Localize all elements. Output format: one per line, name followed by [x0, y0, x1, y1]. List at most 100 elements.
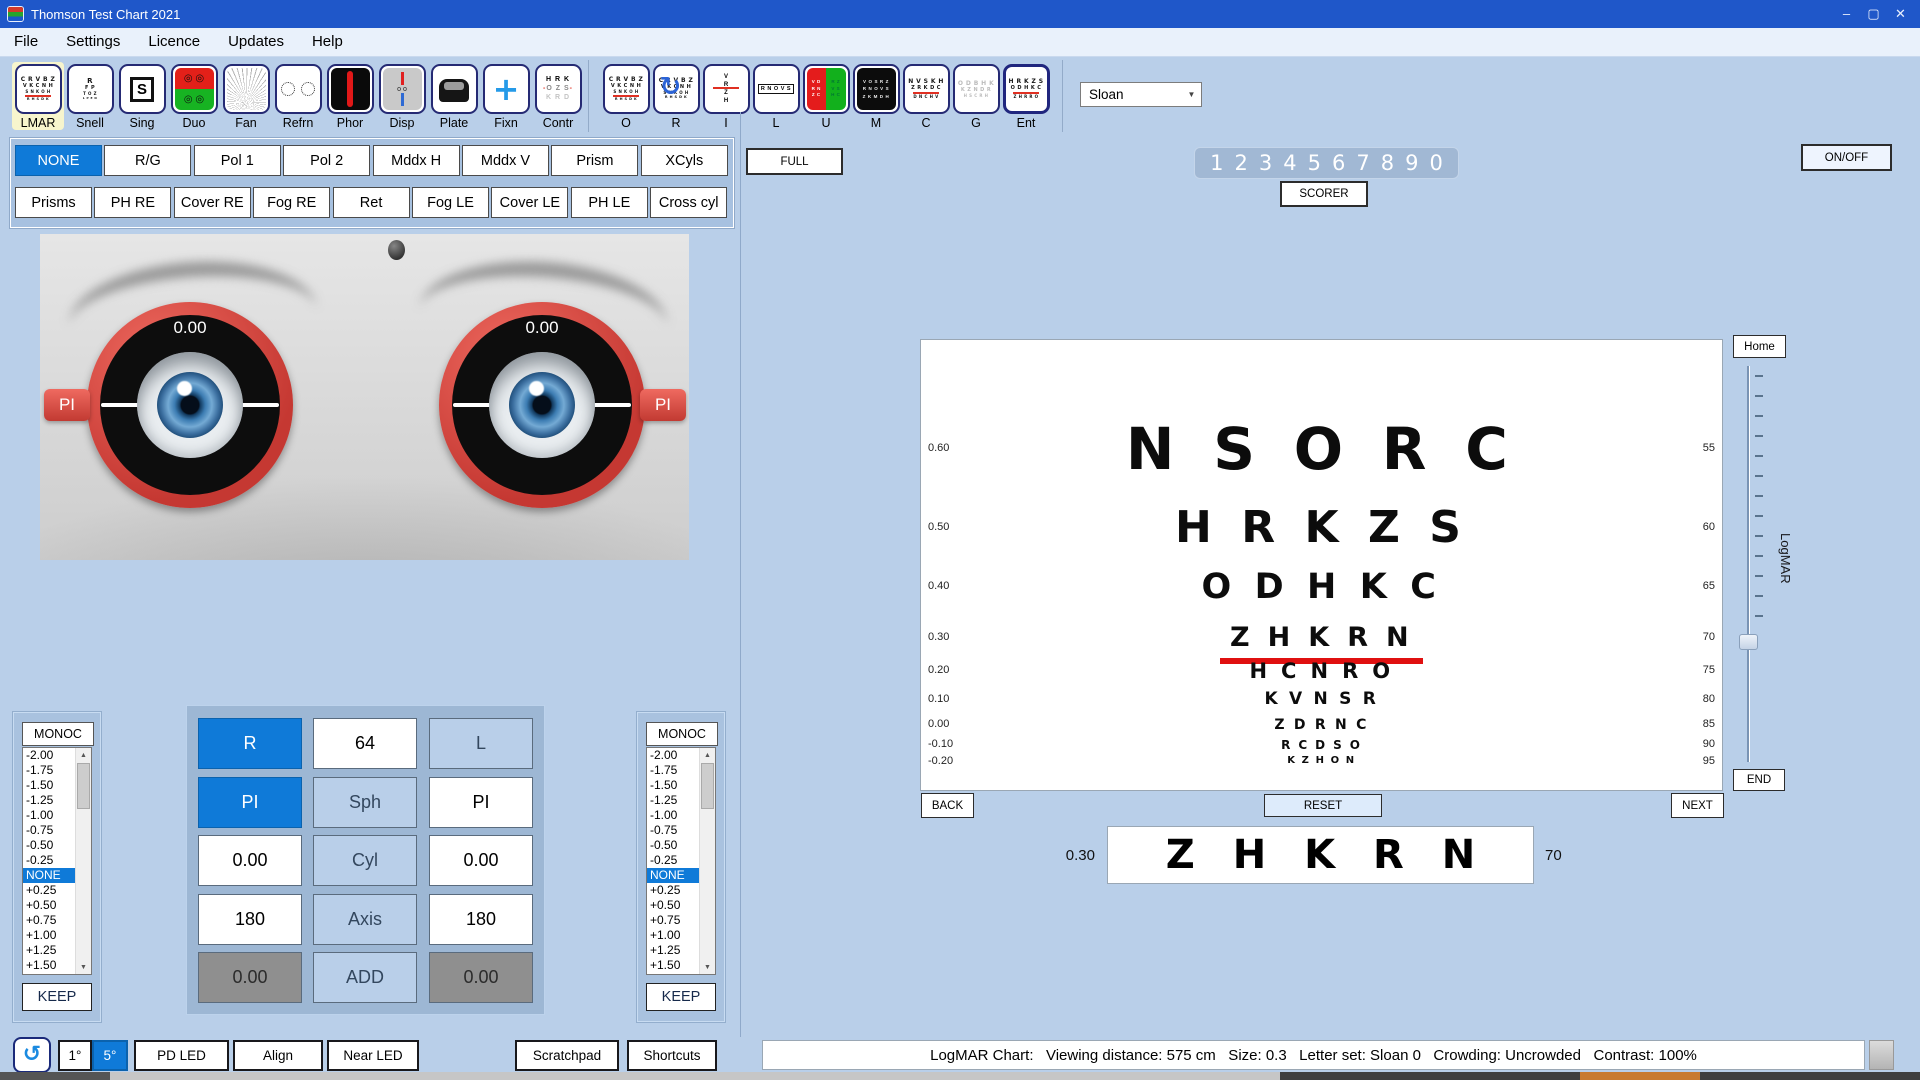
right-lens-dial[interactable]: 0.00	[87, 302, 293, 508]
step-5-degree-button[interactable]: 5°	[92, 1040, 128, 1071]
right-lens-pi-tab[interactable]: PI	[44, 389, 90, 421]
scrollbar[interactable]: ▲▼	[75, 748, 91, 974]
tab-fog-le[interactable]: Fog LE	[412, 187, 489, 218]
score-digit-5[interactable]: 5	[1308, 151, 1321, 175]
score-digit-7[interactable]: 7	[1356, 151, 1369, 175]
cell-eye-label[interactable]: 64	[313, 718, 417, 769]
cell-cyl-left-eye[interactable]: 0.00	[429, 835, 533, 886]
cell-cyl-label[interactable]: Cyl	[313, 835, 417, 886]
pd-led-button[interactable]: PD LED	[134, 1040, 229, 1071]
tool-refraction-dots[interactable]: Refrn	[272, 62, 324, 130]
tool-snellen-chart[interactable]: RF PT O ZL P E DSnell	[64, 62, 116, 130]
tab-prisms[interactable]: Prisms	[15, 187, 92, 218]
power-listbox-left-eye[interactable]: -2.00-1.75-1.50-1.25-1.00-0.75-0.50-0.25…	[646, 747, 716, 975]
scratchpad-button[interactable]: Scratchpad	[515, 1040, 619, 1071]
keep-button-left-eye[interactable]: KEEP	[646, 983, 716, 1011]
score-digit-9[interactable]: 9	[1405, 151, 1418, 175]
onoff-button[interactable]: ON/OFF	[1801, 144, 1892, 171]
tool-chart-c[interactable]: N V S K HZ R K D CD N C H VC	[900, 62, 952, 130]
tab-ph-re[interactable]: PH RE	[94, 187, 171, 218]
tool-number-plate-test[interactable]: Plate	[428, 62, 480, 130]
tab-prism[interactable]: Prism	[551, 145, 638, 176]
tool-chart-m[interactable]: V O S R ZR N O V SZ K M D HM	[850, 62, 902, 130]
tab-pol-2[interactable]: Pol 2	[283, 145, 370, 176]
tool-fixation-target[interactable]: +Fixn	[480, 62, 532, 130]
shortcuts-button[interactable]: Shortcuts	[627, 1040, 717, 1071]
score-digit-6[interactable]: 6	[1332, 151, 1345, 175]
cell-sph-right-eye[interactable]: PI	[198, 777, 302, 828]
cell-cyl-right-eye[interactable]: 0.00	[198, 835, 302, 886]
tab-ph-le[interactable]: PH LE	[571, 187, 648, 218]
tool-duochrome-test[interactable]: ◎ ◎◎ ◎Duo	[168, 62, 220, 130]
scroll-up-icon[interactable]: ▲	[700, 748, 715, 762]
tab-mddx-v[interactable]: Mddx V	[462, 145, 549, 176]
tool-chart-l[interactable]: R N O V SL	[750, 62, 802, 130]
tool-chart-r[interactable]: C R V B ZV K C N HS N K O HR H S D K↻R	[650, 62, 702, 130]
tab-ret[interactable]: Ret	[333, 187, 410, 218]
cell-eye-right-eye[interactable]: R	[198, 718, 302, 769]
close-button[interactable]: ✕	[1887, 6, 1914, 22]
letterset-dropdown[interactable]: Sloan ▼	[1080, 82, 1202, 107]
menu-item-updates[interactable]: Updates	[214, 28, 298, 56]
tab-pol-1[interactable]: Pol 1	[194, 145, 281, 176]
tool-chart-o[interactable]: C R V B ZV K C N HS N K O HR H S D KO	[600, 62, 652, 130]
cell-eye-left-eye[interactable]: L	[429, 718, 533, 769]
rotate-axis-button[interactable]: ↺	[13, 1037, 51, 1073]
scroll-up-icon[interactable]: ▲	[76, 748, 91, 762]
menu-item-help[interactable]: Help	[298, 28, 357, 56]
cell-axis-left-eye[interactable]: 180	[429, 894, 533, 945]
cell-add-left-eye[interactable]: 0.00	[429, 952, 533, 1003]
tab-xcyls[interactable]: XCyls	[641, 145, 728, 176]
tool-phoria-test[interactable]: Phor	[324, 62, 376, 130]
cell-sph-label[interactable]: Sph	[313, 777, 417, 828]
cell-sph-left-eye[interactable]: PI	[429, 777, 533, 828]
reset-button[interactable]: RESET	[1264, 794, 1382, 817]
near-led-button[interactable]: Near LED	[327, 1040, 419, 1071]
menu-item-licence[interactable]: Licence	[134, 28, 214, 56]
scrollbar[interactable]: ▲▼	[699, 748, 715, 974]
minimize-button[interactable]: –	[1833, 6, 1860, 22]
cell-axis-right-eye[interactable]: 180	[198, 894, 302, 945]
score-digit-4[interactable]: 4	[1283, 151, 1296, 175]
left-lens-dial[interactable]: 0.00	[439, 302, 645, 508]
cell-add-right-eye[interactable]: 0.00	[198, 952, 302, 1003]
end-button[interactable]: END	[1733, 769, 1785, 791]
tool-single-letter-chart[interactable]: SSing	[116, 62, 168, 130]
tab-fog-re[interactable]: Fog RE	[253, 187, 330, 218]
tab-cover-le[interactable]: Cover LE	[491, 187, 568, 218]
cell-add-label[interactable]: ADD	[313, 952, 417, 1003]
tool-chart-ent[interactable]: H R K Z SO D H K CZ H R R OEnt	[1000, 62, 1052, 130]
tool-chart-u[interactable]: V DR NZ CR ZV SH CU	[800, 62, 852, 130]
home-button[interactable]: Home	[1733, 335, 1786, 358]
tab-cover-re[interactable]: Cover RE	[174, 187, 251, 218]
scroll-down-icon[interactable]: ▼	[76, 960, 91, 974]
step-1-degree-button[interactable]: 1°	[58, 1040, 92, 1071]
tool-disparity-test[interactable]: o oDisp	[376, 62, 428, 130]
align-button[interactable]: Align	[233, 1040, 323, 1071]
keep-button-right-eye[interactable]: KEEP	[22, 983, 92, 1011]
score-digit-1[interactable]: 1	[1210, 151, 1223, 175]
tab-r-g[interactable]: R/G	[104, 145, 191, 176]
menu-item-file[interactable]: File	[0, 28, 52, 56]
tab-cross-cyl[interactable]: Cross cyl	[650, 187, 727, 218]
power-listbox-right-eye[interactable]: -2.00-1.75-1.50-1.25-1.00-0.75-0.50-0.25…	[22, 747, 92, 975]
left-lens-pi-tab[interactable]: PI	[640, 389, 686, 421]
menu-item-settings[interactable]: Settings	[52, 28, 134, 56]
scroll-down-icon[interactable]: ▼	[700, 960, 715, 974]
tool-chart-i[interactable]: VRZHI	[700, 62, 752, 130]
next-button[interactable]: NEXT	[1671, 793, 1724, 818]
score-digit-2[interactable]: 2	[1235, 151, 1248, 175]
tool-contrast-chart[interactable]: H R K-O Z S-K R DContr	[532, 62, 584, 130]
scroll-thumb[interactable]	[701, 763, 714, 809]
cell-axis-label[interactable]: Axis	[313, 894, 417, 945]
resize-grip[interactable]	[1869, 1040, 1894, 1070]
scroll-thumb[interactable]	[77, 763, 90, 809]
back-button[interactable]: BACK	[921, 793, 974, 818]
logmar-slider-track[interactable]	[1747, 366, 1750, 762]
tab-mddx-h[interactable]: Mddx H	[373, 145, 460, 176]
tool-chart-g[interactable]: O D B H KK Z N D RH S C R HG	[950, 62, 1002, 130]
full-screen-button[interactable]: FULL	[746, 148, 843, 175]
tool-logmar-chart[interactable]: C R V B ZV K C N HS N K O HR H S D KLMAR	[12, 62, 64, 130]
logmar-slider-thumb[interactable]	[1739, 634, 1758, 650]
tool-fan-chart[interactable]: Fan	[220, 62, 272, 130]
